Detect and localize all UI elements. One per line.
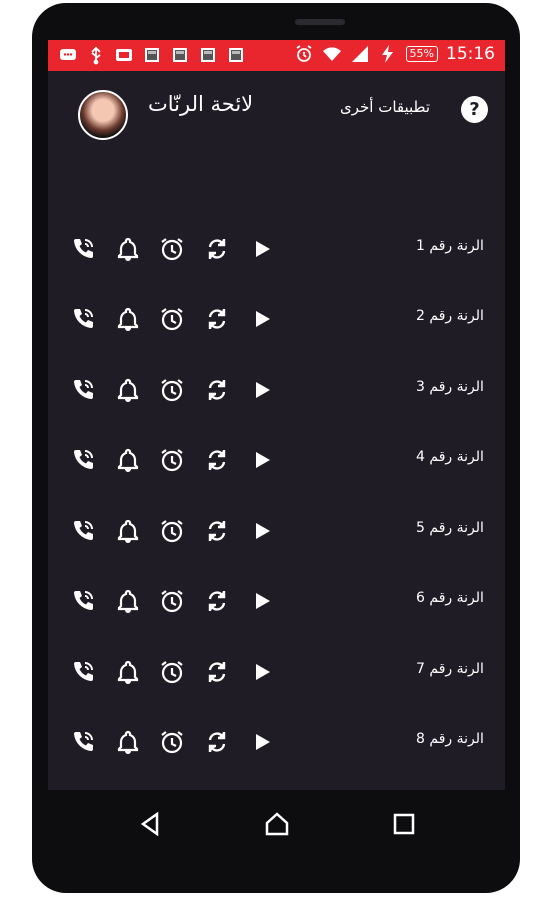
wifi-icon <box>322 44 342 64</box>
set-alarm-icon[interactable] <box>159 306 185 332</box>
repeat-icon[interactable] <box>204 659 230 685</box>
set-alarm-icon[interactable] <box>159 447 185 473</box>
play-icon[interactable] <box>249 588 275 614</box>
set-call-ringtone-icon[interactable] <box>70 447 96 473</box>
image-icon <box>170 45 190 65</box>
play-icon[interactable] <box>249 518 275 544</box>
back-icon[interactable] <box>137 810 165 838</box>
help-button[interactable]: ? <box>461 96 488 123</box>
ringtone-row: الرنة رقم 2 <box>48 298 505 338</box>
play-icon[interactable] <box>249 377 275 403</box>
set-notification-icon[interactable] <box>115 236 141 262</box>
play-icon[interactable] <box>249 306 275 332</box>
set-alarm-icon[interactable] <box>159 518 185 544</box>
set-alarm-icon[interactable] <box>159 377 185 403</box>
set-call-ringtone-icon[interactable] <box>70 236 96 262</box>
set-call-ringtone-icon[interactable] <box>70 518 96 544</box>
set-call-ringtone-icon[interactable] <box>70 377 96 403</box>
ringtone-row: الرنة رقم 8 <box>48 721 505 761</box>
ringtone-label: الرنة رقم 6 <box>416 590 484 606</box>
ringtone-label: الرنة رقم 4 <box>416 449 484 465</box>
set-call-ringtone-icon[interactable] <box>70 729 96 755</box>
repeat-icon[interactable] <box>204 377 230 403</box>
repeat-icon[interactable] <box>204 236 230 262</box>
repeat-icon[interactable] <box>204 729 230 755</box>
set-notification-icon[interactable] <box>115 659 141 685</box>
ringtone-row: الرنة رقم 5 <box>48 510 505 550</box>
ringtone-label: الرنة رقم 7 <box>416 661 484 677</box>
status-bar: 55% 15:16 <box>48 40 505 71</box>
set-notification-icon[interactable] <box>115 588 141 614</box>
ringtone-label: الرنة رقم 2 <box>416 308 484 324</box>
ringtone-label: الرنة رقم 8 <box>416 731 484 747</box>
ringtone-row: الرنة رقم 4 <box>48 439 505 479</box>
repeat-icon[interactable] <box>204 447 230 473</box>
recents-icon[interactable] <box>390 810 418 838</box>
message-icon <box>58 45 78 65</box>
repeat-icon[interactable] <box>204 588 230 614</box>
battery-indicator: 55% <box>405 46 438 62</box>
repeat-icon[interactable] <box>204 306 230 332</box>
play-icon[interactable] <box>249 729 275 755</box>
app-logo-avatar <box>78 90 128 140</box>
home-icon[interactable] <box>263 810 291 838</box>
play-icon[interactable] <box>249 236 275 262</box>
signal-icon <box>350 44 370 64</box>
set-notification-icon[interactable] <box>115 306 141 332</box>
screen: 55% 15:16 لائحة الرنّات تطبيقات أخرى ? ا… <box>48 40 505 790</box>
set-call-ringtone-icon[interactable] <box>70 306 96 332</box>
set-alarm-icon[interactable] <box>159 236 185 262</box>
ringtone-row: الرنة رقم 7 <box>48 651 505 691</box>
repeat-icon[interactable] <box>204 518 230 544</box>
usb-icon <box>86 45 106 65</box>
set-alarm-icon[interactable] <box>159 729 185 755</box>
alarm-icon <box>294 44 314 64</box>
navigation-bar <box>48 790 505 860</box>
set-notification-icon[interactable] <box>115 518 141 544</box>
ringtone-label: الرنة رقم 3 <box>416 379 484 395</box>
set-call-ringtone-icon[interactable] <box>70 588 96 614</box>
ringtone-label: الرنة رقم 5 <box>416 520 484 536</box>
image-icon <box>198 45 218 65</box>
clock: 15:16 <box>446 44 495 64</box>
set-notification-icon[interactable] <box>115 377 141 403</box>
image-icon <box>142 45 162 65</box>
play-icon[interactable] <box>249 447 275 473</box>
ringtone-label: الرنة رقم 1 <box>416 238 484 254</box>
other-apps-link[interactable]: تطبيقات أخرى <box>340 98 430 116</box>
page-title: لائحة الرنّات <box>148 92 254 116</box>
phone-speaker <box>295 19 345 25</box>
set-call-ringtone-icon[interactable] <box>70 659 96 685</box>
sd-card-icon <box>114 45 134 65</box>
set-alarm-icon[interactable] <box>159 588 185 614</box>
set-notification-icon[interactable] <box>115 729 141 755</box>
ringtone-row: الرنة رقم 3 <box>48 369 505 409</box>
charging-icon <box>378 44 398 64</box>
ringtone-row: الرنة رقم 6 <box>48 580 505 620</box>
set-alarm-icon[interactable] <box>159 659 185 685</box>
ringtone-row: الرنة رقم 1 <box>48 228 505 268</box>
play-icon[interactable] <box>249 659 275 685</box>
set-notification-icon[interactable] <box>115 447 141 473</box>
image-icon <box>226 45 246 65</box>
